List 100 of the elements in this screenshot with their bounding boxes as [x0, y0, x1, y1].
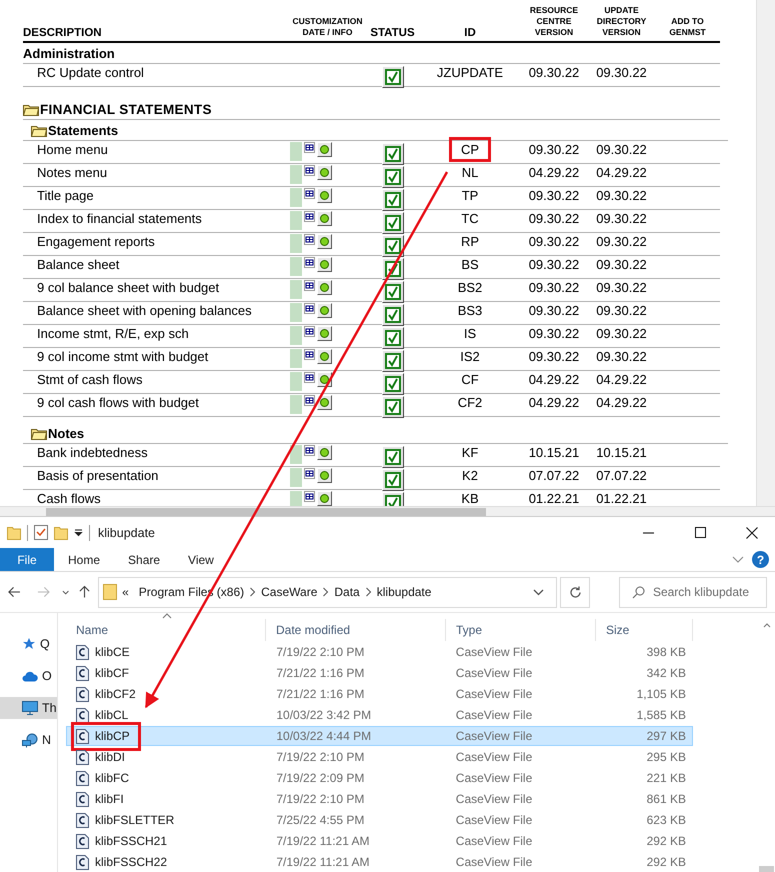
status-checkbox[interactable] [382, 350, 404, 372]
table-icon[interactable] [304, 211, 315, 222]
status-checkbox[interactable] [382, 281, 404, 303]
file-name: klibCF [95, 666, 130, 680]
file-row[interactable]: klibCF2 7/21/22 1:16 PM CaseView File 1,105 KB [66, 684, 693, 704]
table-icon[interactable] [304, 142, 315, 153]
status-checkbox[interactable] [382, 143, 404, 165]
row-id: IS [462, 326, 478, 341]
ribbon-tab[interactable]: File [0, 548, 54, 571]
nav-item[interactable]: Q [0, 633, 57, 655]
breadcrumb-overflow[interactable]: « [117, 585, 134, 599]
status-light-icon[interactable] [317, 142, 332, 157]
table-icon[interactable] [304, 445, 315, 456]
file-row[interactable]: klibCE 7/19/22 2:10 PM CaseView File 398 KB [66, 642, 693, 662]
back-arrow-icon[interactable] [8, 586, 21, 598]
row-id: JZUPDATE [436, 65, 504, 80]
status-checkbox[interactable] [382, 212, 404, 234]
group-heading: FINANCIAL STATEMENTS [40, 102, 212, 116]
file-row[interactable]: klibFC 7/19/22 2:09 PM CaseView File 221 KB [66, 768, 693, 788]
file-row[interactable]: klibFSLETTER 7/25/22 4:55 PM CaseView File 623 KB [66, 810, 693, 830]
ribbon-tab[interactable]: View [174, 548, 228, 571]
status-light-icon[interactable] [317, 280, 332, 295]
file-date: 7/19/22 2:10 PM [276, 792, 364, 806]
ribbon-tab[interactable]: Share [114, 548, 174, 571]
table-icon[interactable] [304, 165, 315, 176]
row-id: TP [460, 188, 480, 203]
table-icon[interactable] [304, 234, 315, 245]
file-row[interactable]: klibCF 7/21/22 1:16 PM CaseView File 342 KB [66, 663, 693, 683]
table-icon[interactable] [304, 188, 315, 199]
column-header[interactable]: Date modified [266, 619, 446, 641]
row-description: Balance sheet with opening balances [36, 302, 253, 318]
ribbon-tab[interactable]: Home [54, 548, 114, 571]
help-icon[interactable]: ? [752, 551, 769, 568]
chevron-down-icon[interactable] [732, 556, 744, 564]
scrollbar-thumb[interactable] [759, 866, 774, 872]
status-light-icon[interactable] [317, 468, 332, 483]
file-row[interactable]: klibFSSCH22 7/19/22 11:21 AM CaseView File 292 KB [66, 852, 693, 872]
file-size: 1,105 KB [636, 687, 686, 701]
status-light-icon[interactable] [317, 349, 332, 364]
scroll-up-icon[interactable] [762, 623, 770, 628]
file-type: CaseView File [456, 792, 532, 806]
status-checkbox[interactable] [382, 327, 404, 349]
up-arrow-icon[interactable] [79, 585, 90, 599]
file-row[interactable]: klibFSSCH21 7/19/22 11:21 AM CaseView File 292 KB [66, 831, 693, 851]
chevron-down-icon[interactable] [62, 590, 70, 594]
file-date: 7/19/22 2:10 PM [276, 750, 364, 764]
table-icon[interactable] [304, 303, 315, 314]
file-row[interactable]: klibFI 7/19/22 2:10 PM CaseView File 861 KB [66, 789, 693, 809]
status-checkbox[interactable] [382, 189, 404, 211]
status-light-icon[interactable] [317, 257, 332, 272]
column-header[interactable]: Name [66, 619, 266, 641]
status-checkbox[interactable] [382, 304, 404, 326]
nav-item[interactable]: Th [0, 697, 57, 719]
table-icon[interactable] [304, 257, 315, 268]
status-checkbox[interactable] [382, 373, 404, 395]
status-checkbox[interactable] [382, 396, 404, 418]
status-checkbox[interactable] [382, 66, 404, 88]
resource-centre-version: 09.30.22 [528, 65, 580, 80]
refresh-button[interactable] [560, 576, 590, 608]
status-checkbox[interactable] [382, 235, 404, 257]
search-field[interactable]: Search klibupdate [618, 576, 767, 608]
table-icon[interactable] [304, 349, 315, 360]
dropdown-icon[interactable] [74, 528, 83, 537]
status-light-icon[interactable] [317, 445, 332, 460]
status-checkbox[interactable] [382, 446, 404, 468]
document-icon [76, 812, 89, 828]
file-date: 7/25/22 4:55 PM [276, 813, 364, 827]
status-light-icon[interactable] [317, 326, 332, 341]
nav-item[interactable]: N [0, 729, 57, 751]
checklist-icon[interactable] [34, 525, 48, 540]
status-light-icon[interactable] [317, 188, 332, 203]
table-icon[interactable] [304, 395, 315, 406]
status-light-icon[interactable] [317, 211, 332, 226]
breadcrumb[interactable]: klibupdate [372, 585, 436, 599]
minimize-icon[interactable] [642, 532, 654, 534]
table-icon[interactable] [304, 326, 315, 337]
status-checkbox[interactable] [382, 166, 404, 188]
status-light-icon[interactable] [317, 165, 332, 180]
column-header[interactable]: Type [446, 619, 596, 641]
row-id: RP [460, 234, 480, 249]
chevron-right-icon [249, 587, 256, 597]
column-header[interactable]: Size [596, 619, 693, 641]
close-icon[interactable] [746, 526, 758, 538]
resource-centre-version: 09.30.22 [528, 280, 580, 295]
table-icon[interactable] [304, 280, 315, 291]
file-row[interactable]: klibCL 10/03/22 3:42 PM CaseView File 1,585 KB [66, 705, 693, 725]
status-light-icon[interactable] [317, 234, 332, 249]
search-input[interactable]: Search klibupdate [652, 585, 763, 599]
table-icon[interactable] [304, 491, 315, 502]
status-light-icon[interactable] [317, 491, 332, 506]
chevron-down-icon[interactable] [533, 588, 544, 596]
table-icon[interactable] [304, 372, 315, 383]
maximize-icon[interactable] [694, 527, 706, 538]
breadcrumb[interactable]: CaseWare [256, 585, 322, 599]
nav-item[interactable]: O [0, 665, 57, 687]
breadcrumb[interactable]: Data [329, 585, 365, 599]
table-icon[interactable] [304, 468, 315, 479]
status-checkbox[interactable] [382, 469, 404, 491]
status-light-icon[interactable] [317, 303, 332, 318]
file-row[interactable]: klibDI 7/19/22 2:10 PM CaseView File 295 KB [66, 747, 693, 767]
